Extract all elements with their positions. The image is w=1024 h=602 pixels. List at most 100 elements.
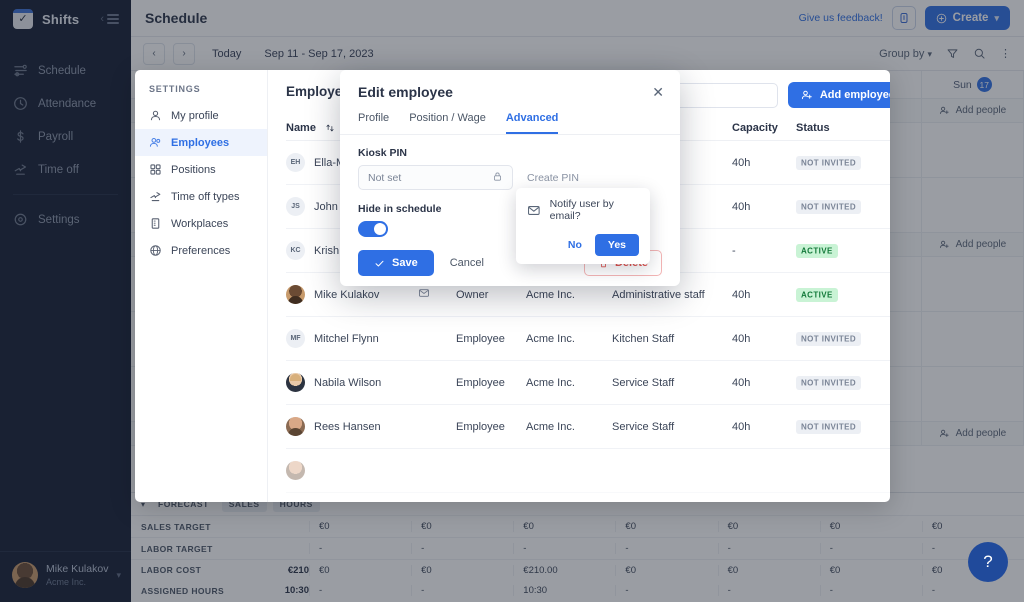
employee-position: Kitchen Staff — [612, 333, 732, 345]
employee-capacity: 40h — [732, 157, 796, 169]
employee-name: Nabila Wilson — [314, 377, 381, 389]
person-icon — [149, 109, 162, 122]
status-badge: NOT INVITED — [796, 420, 861, 434]
tab-profile[interactable]: Profile — [358, 112, 389, 134]
status-cell: NOT INVITED — [796, 201, 888, 213]
modal-header: Edit employee ✕ — [340, 70, 680, 100]
mail-icon — [527, 203, 541, 218]
add-person-icon — [801, 89, 813, 101]
sidebar-item-label: Time off types — [171, 191, 239, 203]
employee-name: Mitchel Flynn — [314, 333, 379, 345]
employee-role: Employee — [456, 333, 526, 345]
status-cell: NOT INVITED — [796, 333, 888, 345]
no-button[interactable]: No — [561, 235, 589, 255]
sidebar-item-my-profile[interactable]: My profile — [135, 102, 267, 129]
status-cell: NOT INVITED — [796, 377, 888, 389]
save-button-label: Save — [392, 257, 418, 269]
row-more-icon[interactable]: ⋮ — [888, 420, 890, 433]
sidebar-item-label: My profile — [171, 110, 219, 122]
sidebar-item-preferences[interactable]: Preferences — [135, 237, 267, 264]
avatar — [286, 285, 305, 304]
row-more-icon[interactable]: ⋮ — [888, 244, 890, 257]
table-row[interactable]: Rees Hansen Employee Acme Inc. Service S… — [286, 405, 890, 449]
employee-company: Acme Inc. — [526, 421, 612, 433]
column-header-status: Status — [796, 122, 888, 134]
employee-position: Service Staff — [612, 421, 732, 433]
hide-in-schedule-toggle[interactable] — [358, 221, 388, 237]
avatar: KC — [286, 241, 305, 260]
employee-capacity: 40h — [732, 333, 796, 345]
employee-company: Acme Inc. — [526, 289, 612, 301]
employee-name-cell — [286, 461, 418, 480]
employee-company: Acme Inc. — [526, 333, 612, 345]
add-employee-button[interactable]: Add employee — [788, 82, 890, 108]
modal-tabs: Profile Position / Wage Advanced — [340, 100, 680, 135]
notify-email-popover: Notify user by email? No Yes — [516, 188, 650, 264]
status-badge: NOT INVITED — [796, 376, 861, 390]
sidebar-item-label: Employees — [171, 137, 229, 149]
status-badge: NOT INVITED — [796, 332, 861, 346]
tab-position-wage[interactable]: Position / Wage — [409, 112, 486, 134]
add-employee-label: Add employee — [820, 89, 890, 101]
help-button[interactable]: ? — [968, 542, 1008, 582]
status-badge: ACTIVE — [796, 288, 838, 302]
kiosk-pin-label: Kiosk PIN — [358, 147, 662, 159]
status-badge: ACTIVE — [796, 244, 838, 258]
employee-capacity: 40h — [732, 377, 796, 389]
sidebar-item-label: Positions — [171, 164, 216, 176]
sidebar-item-employees[interactable]: Employees — [135, 129, 267, 156]
table-row[interactable]: Nabila Wilson Employee Acme Inc. Service… — [286, 361, 890, 405]
employee-role: Employee — [456, 421, 526, 433]
table-row[interactable]: MF Mitchel Flynn Employee Acme Inc. Kitc… — [286, 317, 890, 361]
employee-mail-cell[interactable] — [418, 287, 456, 302]
status-cell: NOT INVITED — [796, 157, 888, 169]
sidebar-item-positions[interactable]: Positions — [135, 156, 267, 183]
avatar — [286, 461, 305, 480]
popover-message: Notify user by email? — [550, 198, 639, 222]
modal-title: Edit employee — [358, 84, 453, 100]
status-cell: ACTIVE — [796, 289, 888, 301]
sidebar-item-label: Workplaces — [171, 218, 228, 230]
employee-name: Rees Hansen — [314, 421, 381, 433]
settings-sidebar: SETTINGS My profile Employees Positions … — [135, 70, 268, 502]
row-more-icon[interactable]: ⋮ — [888, 288, 890, 301]
row-more-icon[interactable]: ⋮ — [888, 332, 890, 345]
check-icon — [374, 258, 385, 269]
employee-company: Acme Inc. — [526, 377, 612, 389]
tab-advanced[interactable]: Advanced — [506, 112, 559, 134]
close-icon[interactable]: ✕ — [652, 85, 664, 99]
employee-capacity: 40h — [732, 421, 796, 433]
column-header-capacity: Capacity — [732, 122, 796, 134]
save-button[interactable]: Save — [358, 250, 434, 276]
sidebar-item-workplaces[interactable]: Workplaces — [135, 210, 267, 237]
employee-name-cell: Rees Hansen — [286, 417, 418, 436]
row-more-icon[interactable]: ⋮ — [888, 200, 890, 213]
column-header-label: Name — [286, 122, 316, 134]
kiosk-pin-value: Not set — [368, 172, 401, 184]
kiosk-pin-row: Not set Create PIN — [358, 165, 662, 190]
popover-actions: No Yes — [527, 234, 639, 256]
employee-name: Mike Kulakov — [314, 289, 379, 301]
sidebar-item-time-off-types[interactable]: Time off types — [135, 183, 267, 210]
yes-button[interactable]: Yes — [595, 234, 639, 256]
globe-icon — [149, 244, 162, 257]
avatar: EH — [286, 153, 305, 172]
sidebar-item-label: Preferences — [171, 245, 230, 257]
employee-position: Administrative staff — [612, 289, 732, 301]
table-row[interactable]: ⋮ — [286, 449, 890, 493]
create-pin-button[interactable]: Create PIN — [527, 172, 579, 184]
row-more-icon[interactable]: ⋮ — [888, 376, 890, 389]
employee-role: Employee — [456, 377, 526, 389]
status-badge: NOT INVITED — [796, 200, 861, 214]
status-badge: NOT INVITED — [796, 156, 861, 170]
mail-icon — [418, 287, 430, 299]
row-more-icon[interactable]: ⋮ — [888, 464, 890, 477]
cancel-button[interactable]: Cancel — [450, 257, 484, 269]
employee-capacity: 40h — [732, 289, 796, 301]
employee-name-cell: Nabila Wilson — [286, 373, 418, 392]
row-more-icon[interactable]: ⋮ — [888, 156, 890, 169]
employee-name-cell: MF Mitchel Flynn — [286, 329, 418, 348]
settings-section-title: SETTINGS — [135, 84, 267, 102]
kiosk-pin-input[interactable]: Not set — [358, 165, 513, 190]
status-cell: NOT INVITED — [796, 421, 888, 433]
